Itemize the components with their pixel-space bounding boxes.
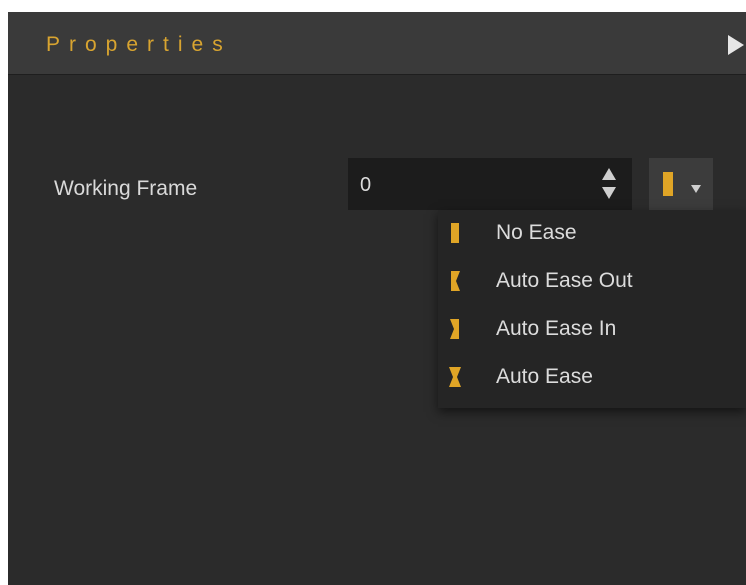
working-frame-value[interactable]: 0 bbox=[360, 173, 371, 197]
collapse-arrow-icon[interactable] bbox=[726, 33, 746, 57]
working-frame-input[interactable]: 0 bbox=[348, 158, 632, 210]
properties-panel: Properties Working Frame 0 No Ease Auto … bbox=[8, 12, 746, 585]
panel-header: Properties bbox=[8, 12, 746, 75]
auto-ease-in-icon bbox=[448, 318, 462, 340]
working-frame-label: Working Frame bbox=[54, 177, 198, 200]
menu-item-auto-ease-in[interactable]: Auto Ease In bbox=[438, 306, 746, 354]
menu-item-label: Auto Ease bbox=[496, 365, 593, 388]
no-ease-icon bbox=[661, 172, 675, 196]
stepper-up-icon bbox=[602, 168, 616, 180]
menu-item-label: No Ease bbox=[496, 221, 577, 244]
no-ease-icon bbox=[448, 222, 462, 244]
panel-title: Properties bbox=[46, 33, 232, 56]
chevron-down-icon bbox=[691, 180, 701, 193]
menu-item-auto-ease-out[interactable]: Auto Ease Out bbox=[438, 258, 746, 306]
menu-item-no-ease[interactable]: No Ease bbox=[438, 210, 746, 258]
menu-item-label: Auto Ease In bbox=[496, 317, 617, 340]
ease-dropdown[interactable] bbox=[649, 158, 713, 210]
menu-item-auto-ease[interactable]: Auto Ease bbox=[438, 354, 746, 402]
auto-ease-out-icon bbox=[448, 270, 462, 292]
ease-menu: No Ease Auto Ease Out Auto Ease In Auto … bbox=[438, 210, 746, 408]
frame-stepper[interactable] bbox=[598, 162, 620, 206]
auto-ease-icon bbox=[448, 366, 462, 388]
stepper-down-icon bbox=[602, 187, 616, 199]
menu-item-label: Auto Ease Out bbox=[496, 269, 633, 292]
